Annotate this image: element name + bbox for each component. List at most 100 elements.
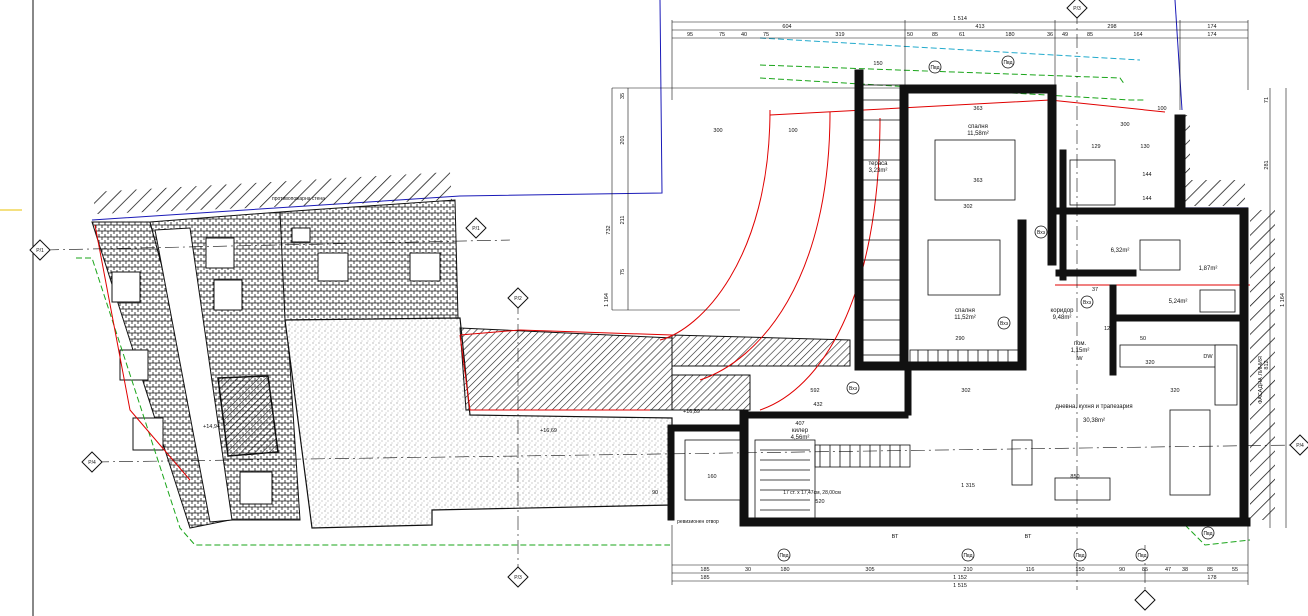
svg-text:300: 300: [713, 128, 722, 134]
svg-text:95: 95: [687, 32, 693, 38]
dining-table: [1169, 409, 1211, 496]
svg-text:P/1: P/1: [36, 248, 44, 254]
room-living: дневна, кухня и трапезария 30,38m²: [1055, 404, 1132, 424]
svg-text:4,56m²: 4,56m²: [791, 435, 810, 441]
svg-text:90: 90: [1119, 567, 1125, 573]
hatched-band: [459, 327, 673, 411]
room-terrace: тераса3,23m²: [868, 161, 888, 174]
svg-text:178: 178: [1207, 575, 1216, 581]
svg-text:320: 320: [1145, 360, 1154, 366]
svg-text:Пвд: Пвд: [1137, 553, 1146, 559]
svg-text:55: 55: [1232, 567, 1238, 573]
svg-text:85: 85: [1207, 567, 1213, 573]
svg-text:противопожарна стена: противопожарна стена: [272, 196, 325, 202]
svg-text:ВТ: ВТ: [1025, 534, 1032, 540]
svg-text:85: 85: [932, 32, 938, 38]
svg-text:тераса: тераса: [868, 161, 888, 167]
door-tag: Вхз: [1080, 295, 1094, 309]
svg-text:407: 407: [795, 421, 804, 427]
svg-text:12: 12: [1104, 326, 1110, 332]
svg-text:432: 432: [813, 402, 822, 408]
room-bedroom2: спалня11,52m²: [954, 308, 976, 321]
svg-text:30: 30: [745, 567, 751, 573]
axis-tag: P/2: [507, 287, 529, 309]
svg-text:пом.: пом.: [1074, 341, 1087, 347]
door-tag: Пвд: [777, 548, 791, 562]
svg-text:P/2: P/2: [514, 296, 522, 302]
svg-text:100: 100: [1157, 106, 1166, 112]
svg-text:спалня: спалня: [968, 124, 988, 130]
svg-text:290: 290: [955, 336, 964, 342]
svg-text:144: 144: [1142, 196, 1151, 202]
svg-text:85: 85: [1087, 32, 1093, 38]
floor-plan: P/1 P/1 P/2 P/4 P/4 P/3 P/3 Пвд Пвд Вхз …: [0, 0, 1308, 616]
svg-text:185: 185: [700, 575, 709, 581]
svg-text:1 164: 1 164: [604, 293, 610, 307]
svg-text:1 164: 1 164: [1280, 293, 1286, 307]
svg-text:спалня: спалня: [955, 308, 975, 314]
svg-text:174: 174: [1207, 32, 1216, 38]
room-bath2: 5,24m²: [1169, 299, 1188, 305]
svg-text:3,23m²: 3,23m²: [869, 168, 888, 174]
axis-tag: P/3: [1066, 0, 1088, 19]
svg-text:W: W: [1077, 356, 1083, 362]
axis-tag: P/1: [465, 217, 487, 239]
svg-text:дневна, кухня и трапезария: дневна, кухня и трапезария: [1055, 404, 1132, 410]
svg-text:75: 75: [719, 32, 725, 38]
svg-text:30,38m²: 30,38m²: [1083, 418, 1105, 424]
axis-tag: P/3: [507, 566, 529, 588]
svg-text:164: 164: [1133, 32, 1142, 38]
svg-text:P/3: P/3: [1073, 6, 1081, 12]
door-tag: Вхз: [846, 381, 860, 395]
bed-1: [934, 139, 1016, 201]
svg-text:килер: килер: [792, 428, 809, 434]
svg-text:85: 85: [1142, 567, 1148, 573]
svg-text:75: 75: [620, 269, 626, 275]
bathtub: [1139, 239, 1181, 271]
svg-text:201: 201: [620, 135, 626, 144]
svg-text:P/1: P/1: [472, 226, 480, 232]
svg-text:211: 211: [620, 216, 626, 225]
axis-tag: P/4: [81, 451, 103, 473]
door-tag: Пвд: [1135, 548, 1149, 562]
svg-text:520: 520: [815, 499, 824, 505]
svg-text:+16,69: +16,69: [540, 428, 557, 434]
svg-text:+14,94: +14,94: [203, 424, 220, 430]
svg-text:320: 320: [1170, 388, 1179, 394]
svg-text:592: 592: [810, 388, 819, 394]
svg-text:305: 305: [865, 567, 874, 573]
svg-text:812: 812: [1264, 360, 1270, 369]
svg-text:116: 116: [1026, 567, 1035, 573]
stair-box: [684, 439, 741, 501]
left-dimension-texts: 201 732 1 164 211 75 35: [604, 93, 626, 307]
room-utility: пом.1,15m²: [1071, 341, 1090, 354]
bottom-dimension-texts: 185 30 180 305 210 116 150 90 85 47 38 8…: [700, 567, 1238, 589]
svg-text:+16,89: +16,89: [683, 409, 700, 415]
svg-text:DW: DW: [1203, 354, 1213, 360]
room-bedroom1: спалня11,58m²: [967, 124, 989, 137]
svg-text:604: 604: [782, 24, 791, 30]
svg-text:850: 850: [1070, 474, 1079, 480]
svg-text:319: 319: [835, 32, 844, 38]
svg-text:50: 50: [907, 32, 913, 38]
sofa: [1054, 477, 1111, 501]
svg-text:1,87m²: 1,87m²: [1199, 266, 1218, 272]
svg-text:P/4: P/4: [88, 460, 96, 466]
svg-text:50: 50: [1140, 336, 1146, 342]
svg-text:129: 129: [1091, 144, 1100, 150]
bed-2: [927, 239, 1001, 296]
svg-text:9,48m²: 9,48m²: [1053, 315, 1072, 321]
svg-text:185: 185: [700, 567, 709, 573]
svg-text:Пвд: Пвд: [1203, 531, 1212, 537]
svg-text:47: 47: [1165, 567, 1171, 573]
svg-text:11,52m²: 11,52m²: [954, 315, 976, 321]
svg-text:Вхз: Вхз: [849, 386, 858, 392]
room-bath1: 6,32m²: [1111, 248, 1130, 254]
svg-text:38: 38: [1182, 567, 1188, 573]
svg-text:281: 281: [1264, 160, 1270, 169]
svg-text:Пвд: Пвд: [779, 553, 788, 559]
svg-text:40: 40: [741, 32, 747, 38]
svg-text:71: 71: [1264, 97, 1270, 103]
svg-text:363: 363: [973, 178, 982, 184]
svg-text:Вхз: Вхз: [1037, 230, 1046, 236]
